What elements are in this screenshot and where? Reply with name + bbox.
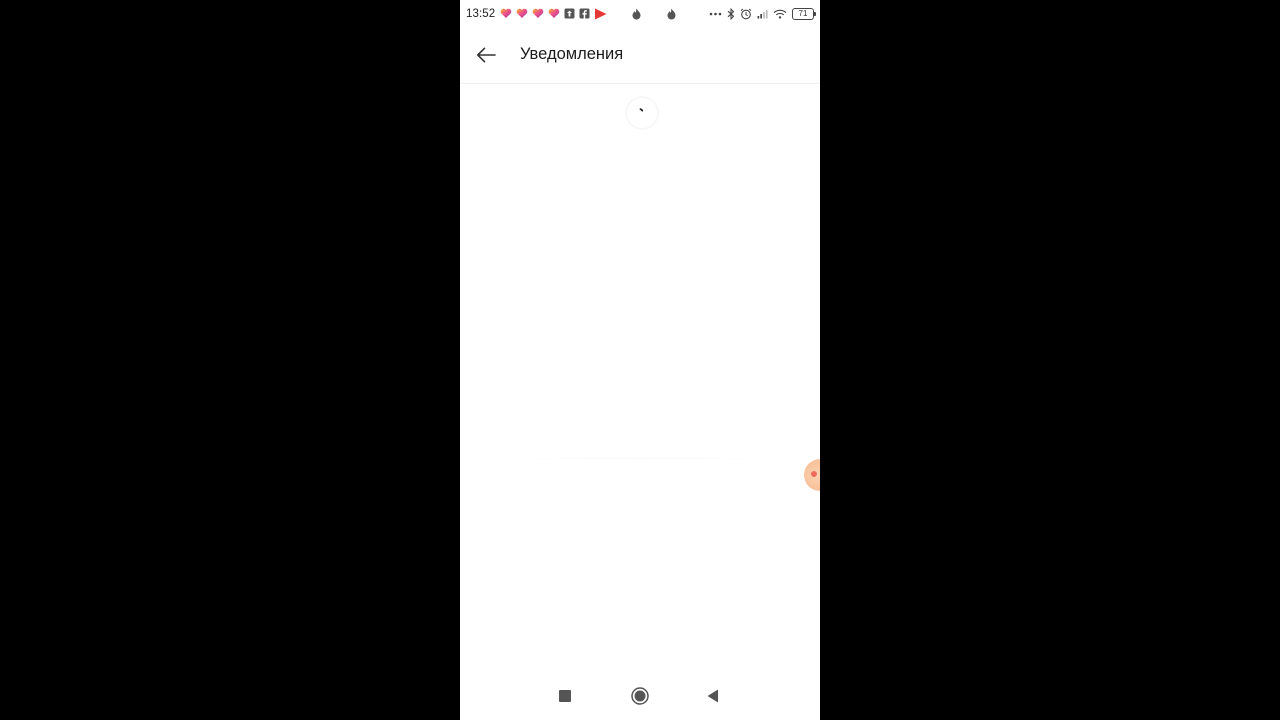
- navigation-bar: [460, 672, 820, 720]
- alarm-icon: [740, 8, 752, 19]
- flame-icon: [667, 8, 676, 19]
- status-time: 13:52: [466, 7, 496, 20]
- battery-level: 71: [798, 8, 808, 18]
- bubble-dot: [811, 471, 817, 477]
- app-bar: Уведомления: [460, 27, 820, 84]
- heart-gradient-icon: [500, 8, 512, 18]
- system-icons: 71: [709, 7, 816, 20]
- home-button[interactable]: [628, 684, 652, 708]
- loading-spinner-icon: [627, 98, 657, 128]
- page-title: Уведомления: [520, 45, 624, 63]
- bluetooth-icon: [727, 7, 735, 20]
- heart-gradient-icon: [532, 8, 544, 18]
- home-circle-icon: [631, 687, 649, 705]
- back-triangle-icon: [707, 689, 718, 703]
- upload-box-icon: [564, 8, 575, 19]
- recents-button[interactable]: [553, 684, 577, 708]
- arrow-left-icon: [477, 47, 496, 63]
- phone-screen: 13:52 71 Уведомления: [460, 0, 820, 720]
- divider: [490, 458, 790, 459]
- signal-icon: [757, 9, 768, 18]
- floating-bubble[interactable]: [804, 459, 820, 491]
- notification-icons: [500, 8, 677, 20]
- more-dots-icon: [709, 12, 722, 15]
- status-bar: 13:52 71: [460, 0, 820, 27]
- play-red-icon: [595, 8, 607, 19]
- facebook-icon: [579, 8, 590, 19]
- heart-gradient-icon: [548, 8, 560, 18]
- recents-square-icon: [559, 690, 571, 702]
- wifi-icon: [773, 9, 787, 19]
- nav-back-button[interactable]: [701, 684, 725, 708]
- back-button[interactable]: [472, 41, 500, 69]
- flame-icon: [632, 8, 641, 19]
- battery-icon: 71: [792, 7, 816, 20]
- loading-spinner: [625, 96, 659, 130]
- heart-gradient-icon: [516, 8, 528, 18]
